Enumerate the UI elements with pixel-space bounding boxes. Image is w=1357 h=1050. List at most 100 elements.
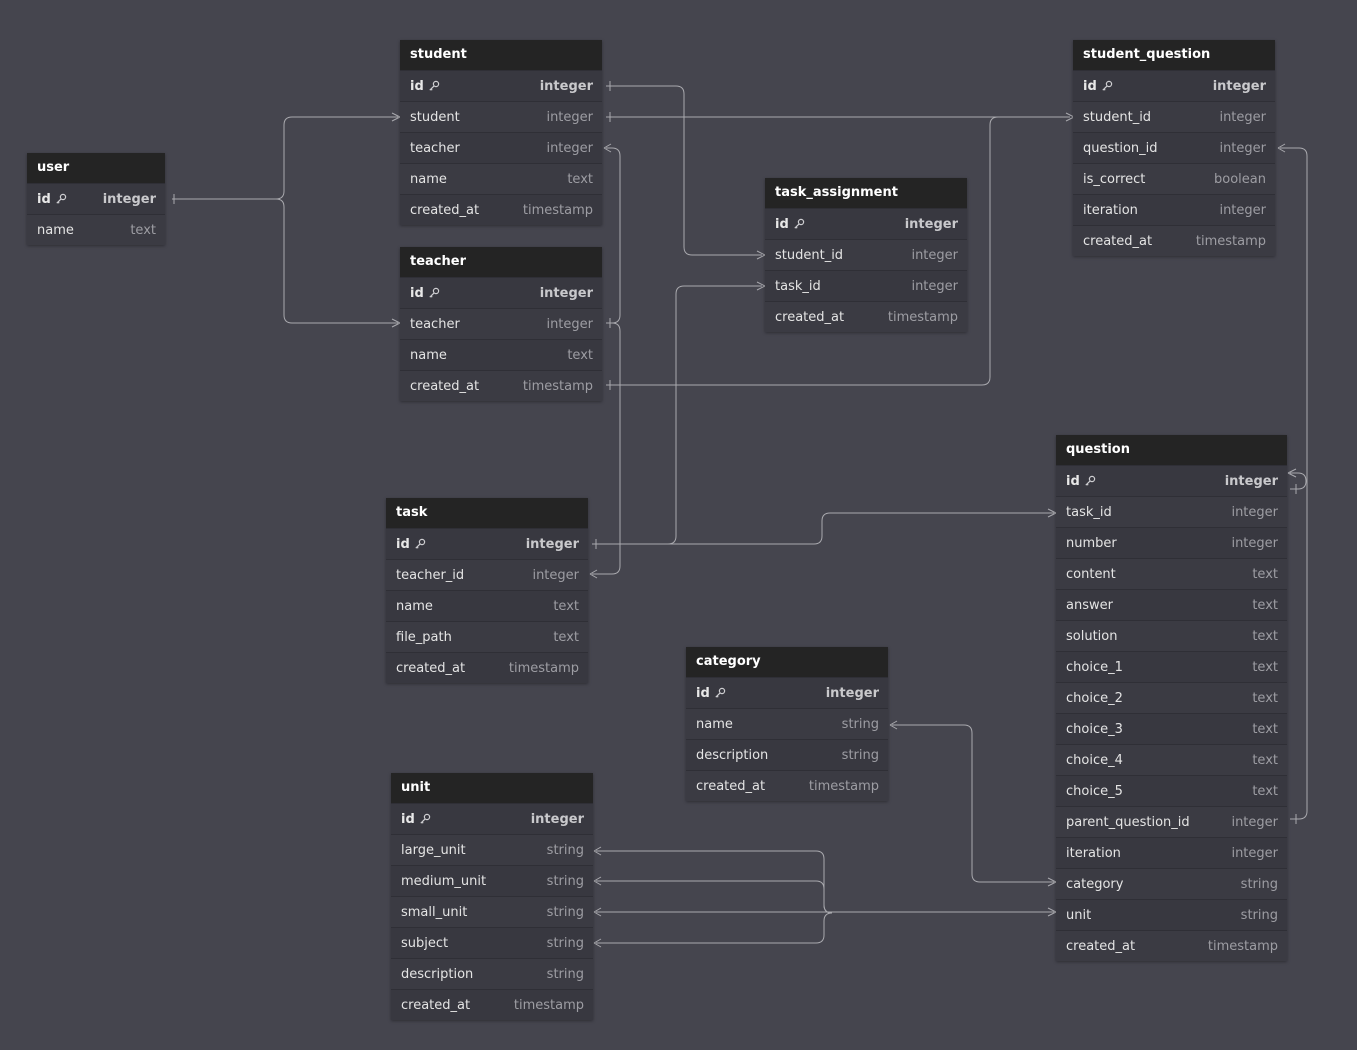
field-row[interactable]: large_unit string (391, 834, 593, 865)
table-category[interactable]: category id integer name string description st… (686, 647, 888, 801)
field-row[interactable]: name text (27, 214, 165, 245)
field-row[interactable]: question_id integer (1073, 132, 1275, 163)
field-row[interactable]: category string (1056, 868, 1287, 899)
field-name-text: answer (1066, 597, 1113, 613)
field-name: iteration (1083, 203, 1138, 218)
field-row[interactable]: choice_5 text (1056, 775, 1287, 806)
field-row[interactable]: small_unit string (391, 896, 593, 927)
field-name-text: choice_2 (1066, 690, 1123, 706)
field-row[interactable]: task_id integer (765, 270, 967, 301)
key-icon (1085, 475, 1095, 486)
table-header[interactable]: unit (391, 773, 593, 803)
table-unit[interactable]: unit id integer large_unit string medium_unit… (391, 773, 593, 1020)
field-row[interactable]: created_at timestamp (391, 989, 593, 1020)
field-row[interactable]: description string (391, 958, 593, 989)
field-row[interactable]: name string (686, 708, 888, 739)
table-teacher[interactable]: teacher id integer teacher integer name text cr… (400, 247, 602, 401)
table-header[interactable]: task_assignment (765, 178, 967, 208)
field-name-text: teacher (410, 140, 460, 156)
field-name-text: created_at (1066, 938, 1136, 954)
field-row[interactable]: created_at timestamp (765, 301, 967, 332)
field-row[interactable]: choice_4 text (1056, 744, 1287, 775)
table-task_assignment[interactable]: task_assignment id integer student_id intege… (765, 178, 967, 332)
field-type: text (1252, 566, 1278, 582)
field-name-text: choice_4 (1066, 752, 1123, 768)
field-row[interactable]: created_at timestamp (400, 370, 602, 401)
field-name-text: content (1066, 566, 1116, 582)
field-row[interactable]: id integer (400, 70, 602, 101)
table-task[interactable]: task id integer teacher_id integer name text fi… (386, 498, 588, 683)
table-header[interactable]: task (386, 498, 588, 528)
field-row[interactable]: solution text (1056, 620, 1287, 651)
field-row[interactable]: content text (1056, 558, 1287, 589)
field-row[interactable]: id integer (391, 803, 593, 834)
field-row[interactable]: created_at timestamp (1073, 225, 1275, 256)
field-name: name (37, 223, 74, 238)
field-row[interactable]: created_at timestamp (400, 194, 602, 225)
field-row[interactable]: id integer (765, 208, 967, 239)
field-row[interactable]: iteration integer (1073, 194, 1275, 225)
field-type: boolean (1214, 171, 1266, 187)
field-row[interactable]: student integer (400, 101, 602, 132)
field-row[interactable]: student_id integer (1073, 101, 1275, 132)
field-row[interactable]: id integer (386, 528, 588, 559)
field-row[interactable]: choice_1 text (1056, 651, 1287, 682)
field-row[interactable]: id integer (1056, 465, 1287, 496)
field-type: integer (1219, 202, 1266, 218)
field-row[interactable]: iteration integer (1056, 837, 1287, 868)
table-header[interactable]: student (400, 40, 602, 70)
field-row[interactable]: teacher integer (400, 308, 602, 339)
field-row[interactable]: subject string (391, 927, 593, 958)
field-row[interactable]: task_id integer (1056, 496, 1287, 527)
field-type: integer (1231, 504, 1278, 520)
field-type: timestamp (522, 378, 593, 394)
field-row[interactable]: choice_3 text (1056, 713, 1287, 744)
field-type: integer (1224, 473, 1278, 489)
table-header[interactable]: category (686, 647, 888, 677)
field-row[interactable]: medium_unit string (391, 865, 593, 896)
field-row[interactable]: description string (686, 739, 888, 770)
field-row[interactable]: id integer (400, 277, 602, 308)
field-row[interactable]: name text (400, 163, 602, 194)
field-row[interactable]: teacher integer (400, 132, 602, 163)
field-row[interactable]: choice_2 text (1056, 682, 1287, 713)
table-user[interactable]: user id integer name text (27, 153, 165, 245)
key-icon (429, 287, 439, 298)
field-type: text (1252, 597, 1278, 613)
field-name-text: created_at (410, 202, 480, 218)
field-row[interactable]: unit string (1056, 899, 1287, 930)
field-row[interactable]: name text (400, 339, 602, 370)
field-row[interactable]: number integer (1056, 527, 1287, 558)
field-row[interactable]: created_at timestamp (686, 770, 888, 801)
field-type: integer (546, 140, 593, 156)
field-name-text: id (410, 285, 424, 301)
field-name-text: unit (1066, 907, 1092, 923)
field-row[interactable]: created_at timestamp (386, 652, 588, 683)
field-row[interactable]: answer text (1056, 589, 1287, 620)
table-student_question[interactable]: student_question id integer student_id integ… (1073, 40, 1275, 256)
field-row[interactable]: parent_question_id integer (1056, 806, 1287, 837)
field-type: integer (539, 285, 593, 301)
field-row[interactable]: file_path text (386, 621, 588, 652)
field-name: created_at (696, 779, 765, 794)
field-row[interactable]: is_correct boolean (1073, 163, 1275, 194)
key-icon (1102, 80, 1112, 91)
field-row[interactable]: id integer (27, 183, 165, 214)
field-row[interactable]: name text (386, 590, 588, 621)
field-row[interactable]: id integer (1073, 70, 1275, 101)
table-header[interactable]: user (27, 153, 165, 183)
field-name-text: id (37, 191, 51, 207)
table-student[interactable]: student id integer student integer teacher int… (400, 40, 602, 225)
field-row[interactable]: teacher_id integer (386, 559, 588, 590)
field-row[interactable]: created_at timestamp (1056, 930, 1287, 961)
field-name: solution (1066, 629, 1117, 644)
field-name-text: created_at (696, 778, 766, 794)
field-name-text: created_at (410, 378, 480, 394)
table-header[interactable]: question (1056, 435, 1287, 465)
field-name: id (396, 537, 426, 552)
table-question[interactable]: question id integer task_id integer number int… (1056, 435, 1287, 961)
field-row[interactable]: id integer (686, 677, 888, 708)
table-header[interactable]: teacher (400, 247, 602, 277)
table-header[interactable]: student_question (1073, 40, 1275, 70)
field-row[interactable]: student_id integer (765, 239, 967, 270)
